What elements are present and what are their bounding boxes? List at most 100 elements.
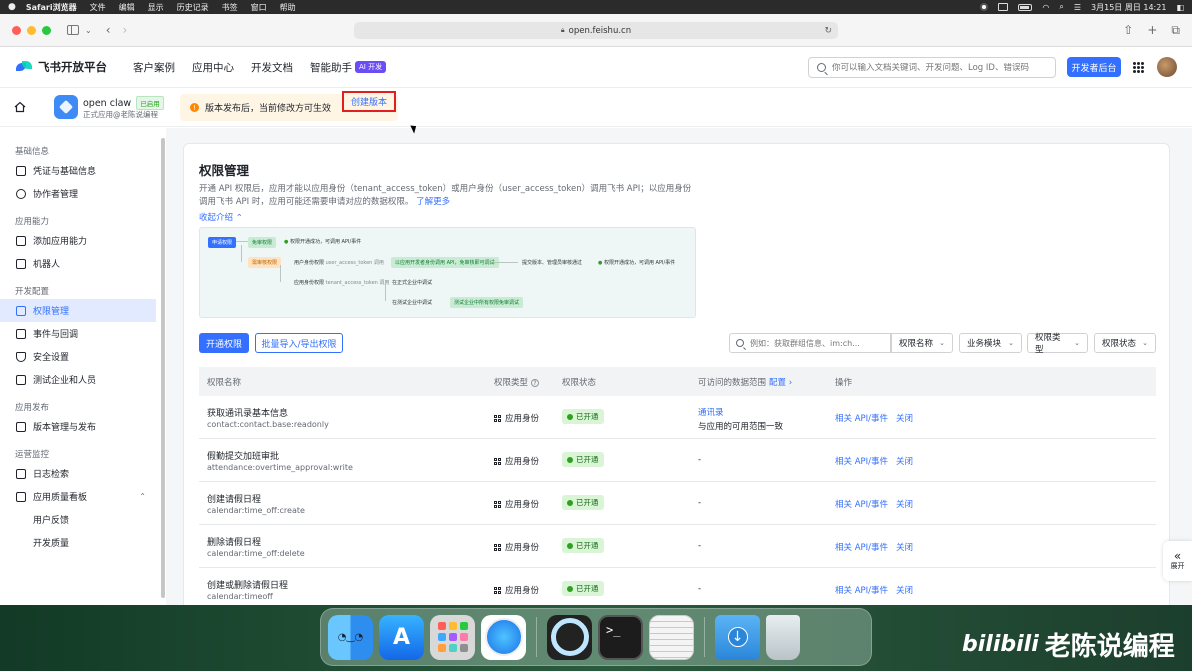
close-permission-link[interactable]: 关闭 bbox=[896, 584, 913, 596]
row-actions: 相关 API/事件 关闭 bbox=[835, 584, 913, 596]
scope-empty: - bbox=[698, 541, 702, 551]
app-store-icon[interactable]: A bbox=[379, 614, 424, 660]
close-permission-link[interactable]: 关闭 bbox=[896, 455, 913, 467]
sidebar-item-test-tenants[interactable]: 测试企业和人员 bbox=[0, 368, 156, 391]
display-icon[interactable] bbox=[998, 3, 1009, 11]
control-center-icon[interactable]: ☰ bbox=[1074, 3, 1081, 12]
sidebar-item-add-capability[interactable]: 添加应用能力 bbox=[0, 229, 156, 252]
nav-ai-assistant[interactable]: 智能助手 AI 开发 bbox=[310, 60, 387, 75]
quicktime-icon[interactable] bbox=[547, 614, 592, 660]
collapse-intro-link[interactable]: 收起介绍 ⌃ bbox=[199, 211, 243, 223]
scope-config-link[interactable]: 配置 › bbox=[769, 378, 792, 388]
close-window-button[interactable] bbox=[12, 25, 21, 35]
filter-permission-name[interactable]: 权限名称 ⌄ bbox=[891, 333, 953, 353]
menubar-datetime[interactable]: 3月15日 周日 14:21 bbox=[1091, 2, 1166, 13]
filter-label: 业务模块 bbox=[967, 339, 1002, 349]
filter-permission-type[interactable]: 权限类型 ⌄ bbox=[1027, 333, 1088, 355]
tab-overview-icon[interactable]: ⧉ bbox=[1171, 23, 1180, 38]
sidebar-item-bot[interactable]: 机器人 bbox=[0, 252, 156, 275]
finder-icon[interactable] bbox=[328, 614, 373, 660]
chevron-down-icon[interactable]: ⌄ bbox=[85, 26, 92, 35]
filter-business-module[interactable]: 业务模块 ⌄ bbox=[959, 333, 1022, 353]
permission-card: 权限管理 开通 API 权限后，应用才能以应用身份（tenant_access_… bbox=[183, 143, 1170, 605]
menu-file[interactable]: 文件 bbox=[90, 2, 106, 13]
menu-bookmarks[interactable]: 书签 bbox=[222, 2, 238, 13]
close-permission-link[interactable]: 关闭 bbox=[896, 541, 913, 553]
forward-icon[interactable]: › bbox=[123, 23, 128, 37]
nav-dev-docs[interactable]: 开发文档 bbox=[251, 60, 293, 75]
menu-safari[interactable]: Safari浏览器 bbox=[26, 2, 77, 13]
trash-icon[interactable] bbox=[766, 614, 800, 660]
terminal-icon[interactable]: >_ bbox=[598, 614, 643, 660]
related-api-link[interactable]: 相关 API/事件 bbox=[835, 498, 888, 510]
learn-more-link[interactable]: 了解更多 bbox=[416, 197, 450, 207]
filter-permission-status[interactable]: 权限状态 ⌄ bbox=[1094, 333, 1156, 353]
sidebar-item-label: 事件与回调 bbox=[33, 330, 79, 340]
related-api-link[interactable]: 相关 API/事件 bbox=[835, 541, 888, 553]
permission-search-input[interactable] bbox=[750, 338, 885, 348]
doc-search[interactable] bbox=[808, 57, 1056, 78]
menu-help[interactable]: 帮助 bbox=[280, 2, 296, 13]
home-icon[interactable] bbox=[14, 101, 26, 113]
reload-icon[interactable]: ↻ bbox=[824, 26, 832, 36]
minimize-window-button[interactable] bbox=[27, 25, 36, 35]
open-permission-button[interactable]: 开通权限 bbox=[199, 333, 249, 353]
notification-icon[interactable]: ◧ bbox=[1176, 3, 1184, 12]
wifi-icon[interactable]: ◠ bbox=[1042, 3, 1049, 12]
screen-record-icon[interactable] bbox=[980, 3, 989, 11]
sidebar-toggle-icon[interactable] bbox=[67, 25, 79, 35]
close-permission-link[interactable]: 关闭 bbox=[896, 498, 913, 510]
launchpad-icon[interactable] bbox=[430, 614, 475, 660]
sidebar-item-label: 协作者管理 bbox=[33, 190, 79, 200]
menu-view[interactable]: 显示 bbox=[148, 2, 164, 13]
sidebar-scrollbar[interactable] bbox=[161, 138, 165, 598]
back-icon[interactable]: ‹ bbox=[106, 23, 111, 37]
menu-window[interactable]: 窗口 bbox=[251, 2, 267, 13]
menu-history[interactable]: 历史记录 bbox=[177, 2, 209, 13]
sidebar-item-label: 应用质量看板 bbox=[33, 493, 88, 503]
textedit-icon[interactable] bbox=[649, 614, 694, 660]
scope-link[interactable]: 通讯录 bbox=[698, 406, 724, 418]
row-actions: 相关 API/事件 关闭 bbox=[835, 455, 913, 467]
sidebar-item-feedback[interactable]: 用户反馈 bbox=[0, 508, 156, 531]
apple-icon[interactable]: ● bbox=[8, 2, 16, 12]
check-circle-icon bbox=[567, 585, 573, 592]
create-version-button[interactable]: 创建版本 bbox=[342, 91, 396, 112]
bilibili-watermark: bilibili 老陈说编程 bbox=[962, 626, 1175, 663]
new-tab-icon[interactable]: + bbox=[1147, 23, 1157, 38]
sidebar-item-credentials[interactable]: 凭证与基础信息 bbox=[0, 159, 156, 182]
sidebar-item-permissions[interactable]: 权限管理 bbox=[0, 299, 156, 322]
sidebar-item-events[interactable]: 事件与回调 bbox=[0, 322, 156, 345]
doc-search-input[interactable] bbox=[832, 62, 1052, 73]
zoom-window-button[interactable] bbox=[42, 25, 51, 35]
brand-logo[interactable]: 飞书开放平台 bbox=[16, 59, 107, 75]
related-api-link[interactable]: 相关 API/事件 bbox=[835, 412, 888, 424]
close-permission-link[interactable]: 关闭 bbox=[896, 412, 913, 424]
menu-edit[interactable]: 编辑 bbox=[119, 2, 135, 13]
expand-panel-button[interactable]: « 展开 bbox=[1163, 541, 1192, 581]
sidebar-item-dev-quality[interactable]: 开发质量 bbox=[0, 531, 156, 554]
downloads-folder-icon[interactable] bbox=[715, 614, 760, 660]
sidebar-item-quality-board[interactable]: 应用质量看板 ⌃ bbox=[0, 485, 156, 508]
share-icon[interactable]: ⇧ bbox=[1123, 23, 1133, 38]
chevron-up-icon[interactable]: ⌃ bbox=[139, 492, 146, 501]
sidebar-item-collaborators[interactable]: 协作者管理 bbox=[0, 182, 156, 205]
developer-console-button[interactable]: 开发者后台 bbox=[1067, 57, 1121, 77]
apps-grid-icon[interactable] bbox=[1133, 62, 1144, 73]
safari-icon[interactable] bbox=[481, 614, 526, 660]
sidebar-item-logs[interactable]: 日志检索 bbox=[0, 462, 156, 485]
battery-icon[interactable] bbox=[1018, 3, 1033, 11]
related-api-link[interactable]: 相关 API/事件 bbox=[835, 455, 888, 467]
bulk-import-export-button[interactable]: 批量导入/导出权限 bbox=[255, 333, 343, 353]
nav-customer-cases[interactable]: 客户案例 bbox=[133, 60, 175, 75]
sidebar-item-versions[interactable]: 版本管理与发布 bbox=[0, 415, 156, 438]
related-api-link[interactable]: 相关 API/事件 bbox=[835, 584, 888, 596]
permission-search[interactable] bbox=[729, 333, 891, 353]
window-controls bbox=[12, 25, 51, 35]
spotlight-icon[interactable]: ⌕ bbox=[1059, 2, 1063, 12]
nav-app-center[interactable]: 应用中心 bbox=[192, 60, 234, 75]
address-bar[interactable]: 🔒︎ open.feishu.cn ↻ bbox=[354, 22, 838, 39]
sidebar-item-security[interactable]: 安全设置 bbox=[0, 345, 156, 368]
avatar[interactable] bbox=[1157, 57, 1177, 77]
help-icon[interactable]: ? bbox=[531, 378, 540, 387]
